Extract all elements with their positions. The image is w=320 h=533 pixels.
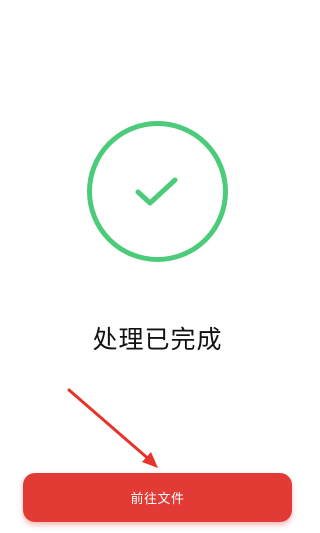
check-circle-icon: [85, 119, 230, 264]
red-arrow-icon: [67, 388, 158, 468]
status-message: 处理已完成: [92, 325, 223, 354]
go-to-file-button[interactable]: 前往文件: [23, 473, 292, 522]
